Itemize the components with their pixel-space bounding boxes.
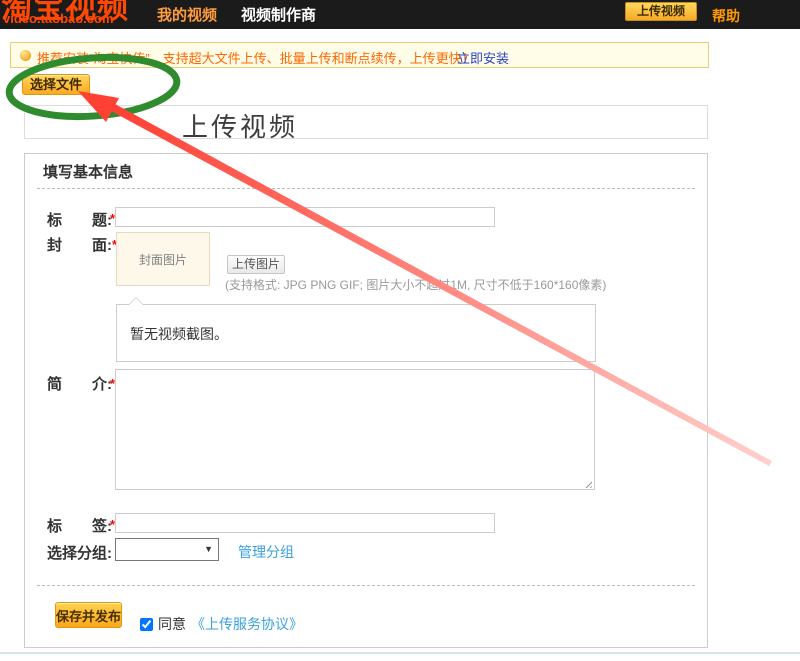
upload-form: 填写基本信息 标 题: * 封 面: * 封面图片 上传图片 (支持格式: JP… — [24, 153, 708, 648]
cover-image-placeholder: 封面图片 — [116, 232, 210, 286]
install-now-link[interactable]: 立即安装 — [457, 48, 509, 67]
choose-file-button[interactable]: 选择文件 — [22, 74, 90, 95]
section-title: 填写基本信息 — [43, 161, 133, 182]
logo-domain: video.taobao.com — [3, 11, 114, 26]
intro-textarea[interactable] — [115, 369, 595, 490]
group-select[interactable]: ▼ — [115, 538, 219, 561]
notice-bar: 推荐安装“淘宝快传”，支持超大文件上传、批量上传和断点续传，上传更快！ 立即安装 — [10, 42, 709, 68]
topbar: 淘宝视频 video.taobao.com 我的视频 视频制作商 上传视频 帮助 — [0, 0, 800, 29]
save-publish-button[interactable]: 保存并发布 — [55, 602, 122, 628]
upload-image-button[interactable]: 上传图片 — [227, 255, 285, 274]
page: 淘宝视频 video.taobao.com 我的视频 视频制作商 上传视频 帮助… — [0, 0, 800, 661]
page-title: 上传视频 — [182, 107, 298, 144]
intro-label: 简 介: — [47, 373, 112, 394]
group-label: 选择分组: — [47, 542, 112, 563]
no-screenshot-text: 暂无视频截图。 — [130, 324, 228, 344]
help-link[interactable]: 帮助 — [712, 6, 740, 26]
upload-video-button[interactable]: 上传视频 — [625, 2, 697, 21]
upload-agreement-link[interactable]: 《上传服务协议》 — [191, 614, 303, 634]
nav-video-makers[interactable]: 视频制作商 — [241, 4, 316, 25]
footer-divider — [0, 652, 800, 654]
dropdown-arrow-icon: ▼ — [204, 544, 213, 554]
title-input[interactable] — [115, 207, 495, 227]
agree-checkbox[interactable] — [140, 618, 153, 631]
tag-input[interactable] — [115, 513, 495, 533]
nav-my-videos[interactable]: 我的视频 — [157, 4, 217, 25]
manage-groups-link[interactable]: 管理分组 — [238, 542, 294, 562]
cover-placeholder-text: 封面图片 — [139, 251, 187, 268]
bulb-icon — [20, 50, 31, 61]
divider — [37, 585, 695, 586]
video-screenshot-box: 暂无视频截图。 — [116, 304, 596, 362]
cover-format-hint: (支持格式: JPG PNG GIF; 图片大小不超过1M, 尺寸不低于160*… — [225, 276, 606, 293]
agree-label: 同意 — [158, 614, 186, 634]
tag-label: 标 签: — [47, 515, 112, 536]
title-label: 标 题: — [47, 209, 112, 230]
agreement-row: 同意 《上传服务协议》 — [140, 614, 303, 634]
page-title-box: 上传视频 — [24, 105, 708, 139]
notice-text: 推荐安装“淘宝快传”，支持超大文件上传、批量上传和断点续传，上传更快！ — [37, 48, 475, 67]
cover-label: 封 面: — [47, 234, 112, 255]
top-nav: 我的视频 视频制作商 — [157, 0, 316, 29]
site-logo[interactable]: 淘宝视频 video.taobao.com — [1, 0, 151, 29]
divider — [37, 188, 695, 189]
